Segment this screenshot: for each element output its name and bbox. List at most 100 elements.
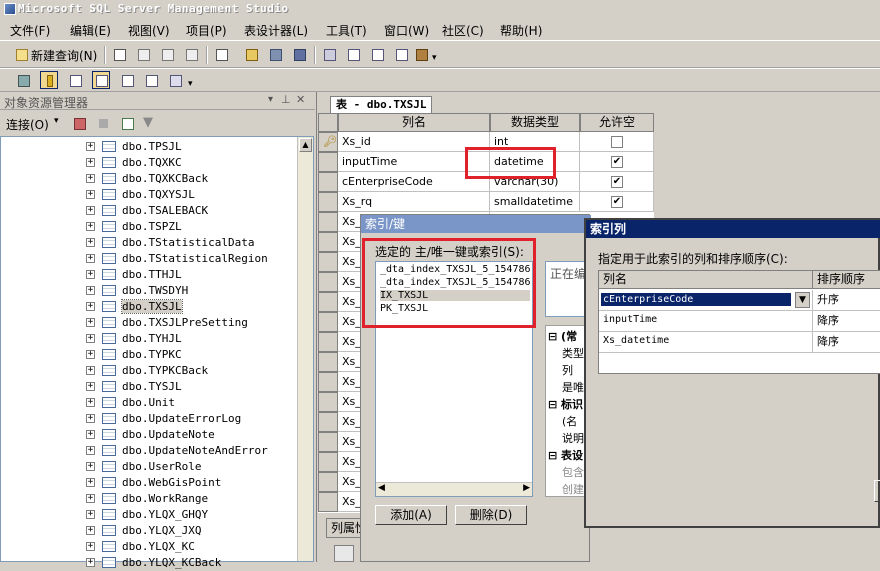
save-icon[interactable] bbox=[266, 45, 284, 63]
property-row[interactable]: ⊟ 表设 bbox=[548, 447, 583, 463]
collapse-icon[interactable]: ⊟ bbox=[548, 330, 561, 343]
index-col-name-cell[interactable]: inputTime bbox=[599, 311, 813, 332]
row-selector[interactable] bbox=[318, 332, 338, 352]
row-selector[interactable] bbox=[318, 192, 338, 212]
data-type-cell[interactable]: smalldatetime bbox=[490, 192, 580, 212]
menu-tools[interactable]: 工具(T) bbox=[326, 22, 367, 39]
expand-icon[interactable]: + bbox=[86, 430, 95, 439]
property-row[interactable]: ⊟ 标识 bbox=[548, 396, 583, 412]
allow-nulls-checkbox[interactable]: ✔ bbox=[611, 156, 623, 168]
row-selector[interactable] bbox=[318, 172, 338, 192]
add-button[interactable]: 添加(A) bbox=[375, 505, 447, 525]
expand-icon[interactable]: + bbox=[86, 414, 95, 423]
property-row[interactable]: 说明 bbox=[562, 430, 584, 446]
row-selector[interactable] bbox=[318, 372, 338, 392]
row-selector[interactable] bbox=[318, 432, 338, 452]
index-col-name-cell[interactable]: Xs_datetime bbox=[599, 332, 813, 353]
index-list-hscroll[interactable]: ◀ ▶ bbox=[376, 482, 532, 496]
collapse-icon[interactable]: ⊟ bbox=[548, 449, 561, 462]
column-dropdown-icon[interactable]: ▼ bbox=[795, 292, 810, 308]
new-query-button[interactable]: 新建查询(N) bbox=[31, 47, 97, 64]
row-selector[interactable] bbox=[318, 452, 338, 472]
expand-icon[interactable]: + bbox=[86, 206, 95, 215]
menu-project[interactable]: 项目(P) bbox=[186, 22, 227, 39]
property-row[interactable]: (名 bbox=[562, 413, 577, 429]
menu-table-designer[interactable]: 表设计器(L) bbox=[244, 22, 308, 39]
expand-icon[interactable]: + bbox=[86, 462, 95, 471]
tree-scrollbar[interactable]: ▲ bbox=[297, 137, 313, 561]
property-row[interactable]: 创建 bbox=[562, 481, 584, 497]
expand-icon[interactable]: + bbox=[86, 382, 95, 391]
delete-button[interactable]: 删除(D) bbox=[455, 505, 527, 525]
refresh-icon[interactable] bbox=[118, 114, 136, 132]
connect-dropdown-icon[interactable]: ▾ bbox=[54, 116, 59, 126]
new-query-icon[interactable] bbox=[12, 45, 30, 63]
expand-icon[interactable]: + bbox=[86, 542, 95, 551]
row-selector[interactable] bbox=[318, 352, 338, 372]
filter-icon[interactable]: ▼ bbox=[140, 114, 158, 132]
registered-servers-icon[interactable] bbox=[320, 45, 338, 63]
property-row[interactable]: 类型 bbox=[562, 345, 584, 361]
save-all-icon[interactable] bbox=[290, 45, 308, 63]
index-col-order-cell[interactable]: 降序 bbox=[813, 311, 880, 332]
row-selector[interactable] bbox=[318, 412, 338, 432]
primary-key-icon[interactable] bbox=[40, 71, 58, 89]
index-col-order-cell[interactable]: 降序 bbox=[813, 332, 880, 353]
new-file-icon[interactable] bbox=[212, 45, 230, 63]
property-row[interactable]: 列 bbox=[562, 362, 573, 378]
expand-icon[interactable]: + bbox=[86, 190, 95, 199]
menu-window[interactable]: 窗口(W) bbox=[384, 22, 429, 39]
expand-icon[interactable]: + bbox=[86, 238, 95, 247]
close-icon[interactable]: ✕ bbox=[296, 93, 305, 106]
menu-edit[interactable]: 编辑(E) bbox=[70, 22, 111, 39]
row-selector[interactable] bbox=[318, 232, 338, 252]
expand-icon[interactable]: + bbox=[86, 526, 95, 535]
expand-icon[interactable]: + bbox=[86, 174, 95, 183]
row-selector[interactable] bbox=[318, 212, 338, 232]
property-row[interactable]: 是唯 bbox=[562, 379, 584, 395]
expand-icon[interactable]: + bbox=[86, 510, 95, 519]
connect-button[interactable]: 连接(O) bbox=[6, 116, 49, 133]
row-selector[interactable] bbox=[318, 272, 338, 292]
ok-button-partial[interactable] bbox=[874, 480, 880, 502]
expand-icon[interactable]: + bbox=[86, 334, 95, 343]
toolbar2-overflow-icon[interactable]: ▾ bbox=[188, 79, 193, 89]
row-selector[interactable] bbox=[318, 472, 338, 492]
template-explorer-icon[interactable] bbox=[368, 45, 386, 63]
property-row[interactable]: ⊟ (常 bbox=[548, 328, 577, 344]
expand-icon[interactable]: + bbox=[86, 158, 95, 167]
expand-icon[interactable]: + bbox=[86, 350, 95, 359]
row-selector[interactable] bbox=[318, 152, 338, 172]
row-selector[interactable] bbox=[318, 392, 338, 412]
expand-icon[interactable]: + bbox=[86, 254, 95, 263]
pin-icon[interactable]: ⊥ bbox=[281, 93, 291, 106]
index-col-order-cell[interactable]: 升序 bbox=[813, 290, 880, 311]
row-selector[interactable] bbox=[318, 312, 338, 332]
xmla-query-icon[interactable] bbox=[182, 45, 200, 63]
stop-icon[interactable] bbox=[94, 114, 112, 132]
relationships-icon[interactable] bbox=[66, 71, 84, 89]
row-selector[interactable] bbox=[318, 292, 338, 312]
dropdown-icon[interactable]: ▾ bbox=[268, 94, 273, 105]
analysis-query-icon[interactable] bbox=[134, 45, 152, 63]
row-selector[interactable] bbox=[318, 492, 338, 512]
column-name-cell[interactable]: Xs_rq bbox=[338, 192, 490, 212]
expand-icon[interactable]: + bbox=[86, 318, 95, 327]
expand-icon[interactable]: + bbox=[86, 222, 95, 231]
xml-index-icon[interactable] bbox=[142, 71, 160, 89]
mdx-query-icon[interactable] bbox=[158, 45, 176, 63]
toolbar-overflow-icon[interactable]: ▾ bbox=[432, 53, 437, 63]
disconnect-icon[interactable] bbox=[70, 114, 88, 132]
allow-nulls-checkbox[interactable]: ✔ bbox=[611, 196, 623, 208]
db-engine-query-icon[interactable] bbox=[110, 45, 128, 63]
open-file-icon[interactable] bbox=[242, 45, 260, 63]
property-row[interactable]: 包含 bbox=[562, 464, 584, 480]
row-selector[interactable] bbox=[318, 252, 338, 272]
tab-table-txsjl[interactable]: 表 - dbo.TXSJL bbox=[330, 96, 432, 113]
primary-key-icon[interactable]: 🔑︎ bbox=[318, 132, 338, 152]
expand-icon[interactable]: + bbox=[86, 142, 95, 151]
menu-file[interactable]: 文件(F) bbox=[10, 22, 50, 39]
menu-help[interactable]: 帮助(H) bbox=[500, 22, 542, 39]
expand-icon[interactable]: + bbox=[86, 494, 95, 503]
fulltext-index-icon[interactable] bbox=[118, 71, 136, 89]
